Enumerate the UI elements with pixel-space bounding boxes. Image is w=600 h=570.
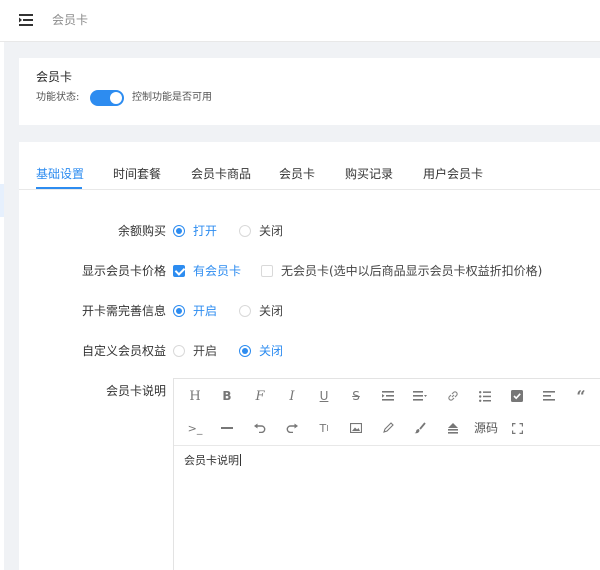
quote-icon[interactable]: “ — [572, 387, 590, 406]
settings-card: 基础设置 时间套餐 会员卡商品 会员卡 购买记录 用户会员卡 余额购买 打开 关… — [19, 142, 600, 570]
text-size-icon[interactable]: TI — [315, 419, 333, 437]
redo-icon[interactable] — [283, 419, 301, 437]
italic-icon[interactable]: I — [283, 387, 301, 405]
custom-rights-on-radio[interactable]: 开启 — [173, 343, 217, 359]
pen-icon[interactable] — [379, 419, 397, 437]
align-icon[interactable] — [540, 387, 558, 405]
complete-info-on-radio[interactable]: 开启 — [173, 303, 217, 319]
editor-toolbar: H B F I U S “ >_ T I 源码 — [174, 379, 600, 446]
function-status-toggle[interactable] — [90, 90, 124, 106]
tab-basic-settings[interactable]: 基础设置 — [36, 166, 84, 182]
balance-purchase-off-radio[interactable]: 关闭 — [239, 223, 283, 239]
top-header: 会员卡 — [0, 0, 600, 42]
status-description: 控制功能是否可用 — [132, 92, 212, 103]
eraser-icon[interactable] — [444, 419, 462, 437]
radio-label: 关闭 — [259, 344, 284, 358]
tab-purchase-records[interactable]: 购买记录 — [345, 166, 393, 182]
has-card-checkbox[interactable]: 有会员卡 — [173, 263, 241, 279]
status-card: 会员卡 功能状态: 控制功能是否可用 — [19, 58, 600, 125]
tab-member-card[interactable]: 会员卡 — [279, 166, 315, 182]
tab-bar: 基础设置 时间套餐 会员卡商品 会员卡 购买记录 用户会员卡 — [19, 142, 600, 190]
sidebar-edge — [0, 42, 4, 570]
complete-info-off-radio[interactable]: 关闭 — [239, 303, 283, 319]
hr-icon[interactable] — [218, 419, 236, 437]
custom-rights-off-radio[interactable]: 关闭 — [239, 343, 283, 359]
tab-time-package[interactable]: 时间套餐 — [113, 166, 161, 182]
radio-unchecked-icon — [173, 345, 185, 357]
radio-checked-icon — [239, 345, 251, 357]
radio-label: 开启 — [193, 304, 218, 318]
radio-unchecked-icon — [239, 305, 251, 317]
radio-checked-icon — [173, 225, 185, 237]
radio-unchecked-icon — [239, 225, 251, 237]
link-icon[interactable] — [444, 387, 462, 405]
breadcrumb[interactable]: 会员卡 — [52, 12, 88, 28]
tab-user-cards[interactable]: 用户会员卡 — [423, 166, 483, 182]
code-icon[interactable]: >_ — [186, 419, 204, 437]
description-label: 会员卡说明 — [105, 384, 166, 398]
radio-label: 关闭 — [259, 304, 284, 318]
strikethrough-icon[interactable]: S — [347, 387, 365, 405]
card-title: 会员卡 — [36, 70, 73, 84]
indent-icon[interactable] — [379, 387, 397, 405]
fullscreen-icon[interactable] — [508, 419, 526, 437]
editor-content-area[interactable]: 会员卡说明 — [174, 446, 600, 570]
sidebar-active-indicator — [0, 184, 4, 217]
radio-label: 打开 — [193, 224, 218, 238]
checkbox-label: 有会员卡 — [193, 264, 242, 278]
source-code-button[interactable]: 源码 — [474, 420, 498, 436]
font-icon[interactable]: F — [251, 387, 269, 405]
balance-purchase-on-radio[interactable]: 打开 — [173, 223, 217, 239]
custom-rights-label: 自定义会员权益 — [81, 344, 166, 358]
balance-purchase-label: 余额购买 — [117, 224, 166, 238]
status-label: 功能状态: — [36, 92, 80, 103]
radio-label: 关闭 — [259, 224, 284, 238]
complete-info-label: 开卡需完善信息 — [81, 304, 166, 318]
tab-card-products[interactable]: 会员卡商品 — [191, 166, 251, 182]
text-caret — [240, 454, 241, 466]
editor-text-content: 会员卡说明 — [184, 454, 239, 467]
checkbox-checked-icon — [173, 265, 185, 277]
bullet-list-icon[interactable] — [476, 387, 494, 405]
heading-icon[interactable]: H — [186, 387, 204, 405]
menu-toggle-icon[interactable] — [17, 11, 35, 29]
underline-icon[interactable]: U — [315, 387, 333, 405]
radio-checked-icon — [173, 305, 185, 317]
active-tab-indicator — [36, 187, 82, 189]
list-style-icon[interactable] — [411, 387, 429, 405]
radio-label: 开启 — [193, 344, 218, 358]
image-icon[interactable] — [347, 419, 365, 437]
rich-text-editor: H B F I U S “ >_ T I 源码 会员卡说明 — [173, 378, 600, 570]
show-price-label: 显示会员卡价格 — [81, 264, 166, 278]
bold-icon[interactable]: B — [218, 387, 236, 405]
checkbox-label: 无会员卡(选中以后商品显示会员卡权益折扣价格) — [281, 264, 543, 278]
brush-icon[interactable] — [411, 419, 429, 437]
editor-text: 会员卡说明 — [184, 454, 241, 468]
checkbox-unchecked-icon — [261, 265, 273, 277]
checkbox-icon[interactable] — [508, 387, 526, 405]
undo-icon[interactable] — [251, 419, 269, 437]
no-card-checkbox[interactable]: 无会员卡(选中以后商品显示会员卡权益折扣价格) — [261, 263, 542, 279]
